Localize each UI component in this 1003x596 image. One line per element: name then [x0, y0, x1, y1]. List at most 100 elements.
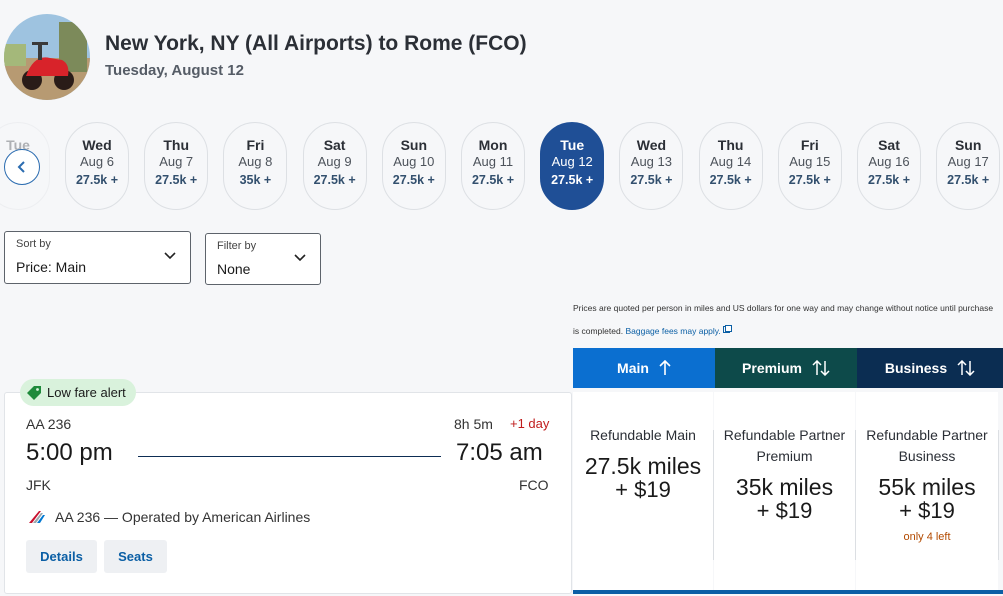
fare-main[interactable]: Refundable Main 27.5k miles + $19	[573, 392, 713, 594]
route-title: New York, NY (All Airports) to Rome (FCO…	[105, 32, 527, 55]
date-month-day: Aug 14	[709, 154, 752, 169]
date-dow: Thu	[717, 137, 744, 153]
date-dow: Sat	[323, 137, 346, 153]
fare-fee: + $19	[756, 498, 813, 523]
date-month-day: Aug 8	[238, 154, 273, 169]
date-price: 35k +	[239, 173, 272, 187]
operated-by: AA 236 — Operated by American Airlines	[27, 509, 310, 525]
date-pill[interactable]: Wed Aug 13 27.5k +	[619, 122, 684, 210]
date-month-day: Aug 7	[159, 154, 194, 169]
date-dow: Wed	[82, 137, 112, 153]
sort-ascending-icon	[659, 360, 671, 375]
details-button[interactable]: Details	[26, 540, 97, 573]
destination-airport: FCO	[519, 477, 549, 493]
seats-button[interactable]: Seats	[104, 540, 167, 573]
sort-label: Sort by	[16, 238, 51, 250]
flight-number: AA 236	[26, 416, 72, 432]
fare-fee: + $19	[899, 498, 955, 523]
low-fare-alert-badge: Low fare alert	[20, 379, 136, 406]
date-price: 27.5k +	[471, 173, 515, 187]
date-pill[interactable]: Fri Aug 8 35k +	[223, 122, 288, 210]
date-dow: Thu	[163, 137, 190, 153]
date-price: 27.5k +	[947, 173, 990, 187]
route-line	[138, 456, 441, 457]
fare-name: Refundable Main	[590, 427, 696, 443]
tab-premium[interactable]: Premium	[715, 348, 857, 388]
seats-left-note: only 4 left	[903, 531, 951, 543]
date-strip: Tue + WedAug 627.5k +ThuAug 727.5k +FriA…	[0, 122, 1003, 212]
sort-value: Price: Main	[16, 259, 87, 275]
chevron-down-icon	[294, 254, 306, 262]
flight-duration: 8h 5m	[454, 416, 493, 432]
date-dow: Fri	[246, 137, 265, 153]
date-price: 27.5k +	[709, 173, 752, 187]
operated-by-text: AA 236 — Operated by American Airlines	[55, 509, 311, 525]
date-price: 27.5k +	[392, 173, 435, 187]
date-month-day: Aug 16	[868, 154, 910, 169]
date-month-day: Aug 11	[472, 154, 514, 169]
date-month-day: Aug 15	[789, 154, 831, 169]
date-dow: Fri	[800, 137, 819, 153]
date-pill[interactable]: Sat Aug 16 27.5k +	[857, 122, 921, 210]
date-pill[interactable]: Sat Aug 9 27.5k +	[302, 122, 367, 210]
fare-name: Refundable Partner Premium	[723, 427, 846, 464]
date-pill-selected[interactable]: Tue Aug 12 27.5k +	[540, 122, 605, 210]
date-price: 27.5k +	[551, 173, 594, 187]
tab-main[interactable]: Main	[573, 348, 715, 388]
date-pill[interactable]: Fri Aug 15 27.5k +	[777, 122, 842, 210]
low-fare-label: Low fare alert	[47, 385, 126, 400]
tab-premium-label: Premium	[742, 360, 802, 376]
filter-dropdown[interactable]: Filter by None	[205, 233, 321, 285]
date-price: 27.5k +	[788, 173, 831, 187]
fare-premium[interactable]: Refundable Partner Premium 35k miles + $…	[714, 392, 855, 594]
date-dow: Sat	[878, 137, 900, 153]
filter-label: Filter by	[217, 240, 257, 252]
tab-business[interactable]: Business	[857, 348, 1003, 388]
sort-toggle-icon	[812, 360, 830, 376]
plus-day-indicator: +1 day	[510, 416, 550, 431]
price-disclaimer: Prices are quoted per person in miles an…	[573, 297, 998, 343]
date-price: 27.5k +	[75, 173, 119, 187]
fare-fee: + $19	[615, 477, 671, 502]
date-pill[interactable]: Mon Aug 11 27.5k +	[461, 122, 525, 210]
fare-bottom-accent	[573, 590, 1003, 594]
sort-dropdown[interactable]: Sort by Price: Main	[4, 231, 191, 284]
date-price: 27.5k +	[313, 173, 356, 187]
external-link-icon	[723, 325, 733, 333]
date-month-day: Aug 17	[947, 154, 989, 169]
date-price: 27.5k +	[867, 173, 911, 187]
date-pill[interactable]: Thu Aug 14 27.5k +	[698, 122, 763, 210]
date-dow: Sun	[954, 137, 982, 153]
date-month-day: Aug 13	[630, 154, 672, 169]
date-pill[interactable]: Sun Aug 10 27.5k +	[381, 122, 446, 210]
chevron-down-icon	[164, 252, 176, 260]
date-pill[interactable]: Thu Aug 7 27.5k +	[144, 122, 209, 210]
baggage-fees-link[interactable]: Baggage fees may apply.	[625, 326, 720, 336]
date-dow: Sun	[400, 137, 428, 153]
filter-value: None	[217, 261, 251, 277]
date-dow: Mon	[478, 137, 508, 153]
date-month-day: Aug 6	[80, 154, 114, 169]
origin-airport: JFK	[26, 477, 51, 493]
date-pill[interactable]: Wed Aug 6 27.5k +	[65, 122, 129, 210]
fare-miles: 27.5k miles	[584, 453, 702, 479]
travel-date: Tuesday, August 12	[105, 62, 244, 79]
american-airlines-logo-icon	[29, 511, 45, 523]
date-month-day: Aug 9	[317, 154, 352, 169]
date-dow: Wed	[636, 137, 667, 153]
sort-toggle-icon	[957, 360, 975, 376]
date-dow: Tue	[560, 137, 585, 153]
scroll-dates-left-button[interactable]	[4, 149, 40, 185]
date-pill[interactable]: Sun Aug 17 27.5k +	[936, 122, 1001, 210]
tag-icon	[27, 385, 41, 400]
fare-name: Refundable Partner Business	[866, 427, 988, 464]
departure-time: 5:00 pm	[26, 439, 113, 466]
date-price: 27.5k +	[155, 173, 198, 187]
fare-divider	[998, 430, 999, 560]
fare-miles: 35k miles	[735, 474, 834, 500]
chevron-left-icon	[17, 161, 25, 173]
tab-main-label: Main	[617, 360, 649, 376]
tab-business-label: Business	[884, 360, 948, 376]
date-month-day: Aug 10	[393, 154, 435, 169]
fare-business[interactable]: Refundable Partner Business 55k miles + …	[856, 392, 998, 594]
